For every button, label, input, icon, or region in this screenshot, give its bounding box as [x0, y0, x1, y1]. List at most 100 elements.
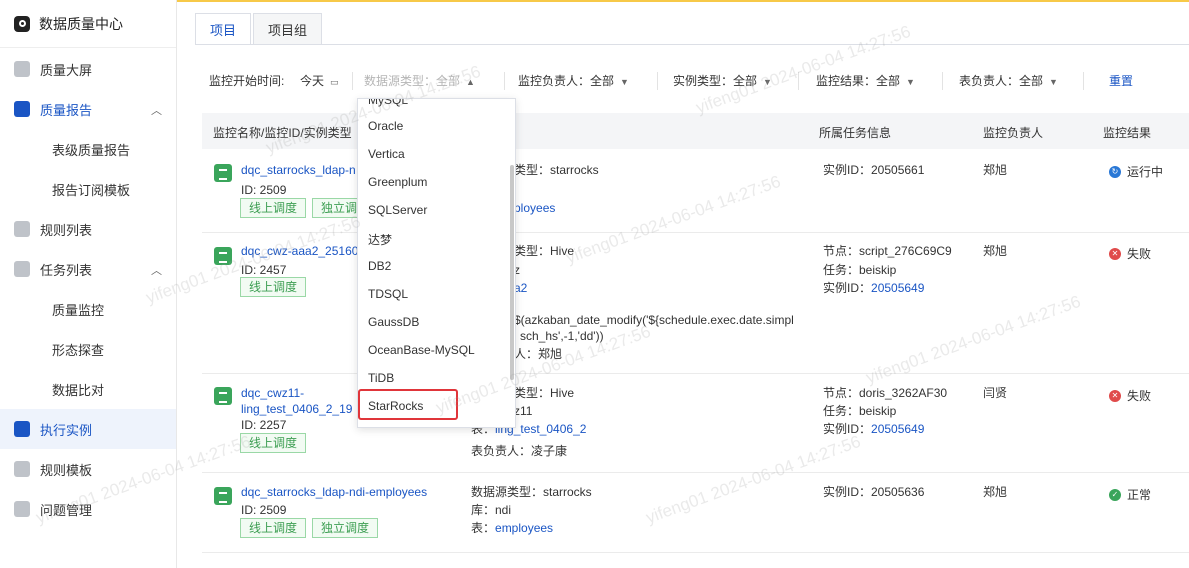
sidebar-item-data-compare[interactable]: 数据比对: [0, 369, 176, 409]
sidebar-header: 数据质量中心: [0, 0, 176, 48]
execution-icon: [14, 421, 30, 437]
chevron-up-icon: ▲: [466, 77, 475, 87]
datasource-type-filter[interactable]: 数据源类型：全部 ▲: [364, 72, 475, 89]
sidebar-item-issue-management[interactable]: 问题管理: [0, 489, 176, 529]
task-instance: 实例ID：20505649: [823, 420, 924, 438]
monitor-result-filter[interactable]: 监控结果：全部 ▼: [816, 72, 915, 89]
issue-icon: [14, 501, 30, 517]
dropdown-option[interactable]: TiDB: [368, 371, 394, 385]
sidebar: 数据质量中心 质量大屏 质量报告 ︿ 表级质量报告 报告订阅模板 规则列表 任务列…: [0, 0, 177, 568]
fail-icon: ✕: [1109, 389, 1121, 402]
dropdown-option[interactable]: TDSQL: [368, 287, 408, 301]
status-badge: ✕ 失败: [1109, 245, 1151, 262]
sidebar-item-label: 任务列表: [40, 262, 93, 278]
sidebar-item-label: 质量监控: [52, 302, 105, 318]
table-header: 监控名称/监控ID/实例类型 所属任务信息 监控负责人 监控结果: [202, 113, 1189, 149]
dropdown-option[interactable]: SQLServer: [368, 203, 427, 217]
sidebar-item-task-list[interactable]: 任务列表 ︿: [0, 249, 176, 289]
sidebar-item-rule-template[interactable]: 规则模板: [0, 449, 176, 489]
status-badge: ↻ 运行中: [1109, 163, 1163, 180]
object-table-label: 表：: [471, 521, 496, 535]
sidebar-item-quality-monitor[interactable]: 质量监控: [0, 289, 176, 329]
sidebar-item-execution-instance[interactable]: 执行实例: [0, 409, 176, 449]
sidebar-item-label: 规则模板: [40, 462, 93, 478]
object-type: 类型：Hive: [514, 244, 575, 258]
tag-online: 线上调度: [240, 433, 307, 453]
project-tabs: 项目 项目组: [195, 13, 324, 45]
task-instance-link[interactable]: 20505649: [871, 281, 924, 295]
status-badge: ✓ 正常: [1109, 486, 1151, 503]
object-db: 库：ndi: [471, 503, 512, 517]
object-table: 表：employees: [471, 519, 553, 537]
object-table-link[interactable]: ployees: [514, 199, 555, 217]
filter-divider: [1083, 72, 1084, 90]
sidebar-item-label: 执行实例: [40, 422, 93, 438]
table-owner-filter[interactable]: 表负责人：全部 ▼: [959, 72, 1058, 89]
monitor-owner: 郑旭: [983, 244, 1008, 258]
dropdown-option[interactable]: Oracle: [368, 119, 403, 133]
sidebar-item-shape-probe[interactable]: 形态探查: [0, 329, 176, 369]
chevron-up-icon: ︿: [151, 105, 162, 117]
dropdown-option[interactable]: 达梦: [368, 231, 392, 248]
object-table-link[interactable]: employees: [495, 521, 553, 535]
task-icon: [214, 164, 232, 182]
dashboard-icon: [14, 61, 30, 77]
monitor-owner-label: 监控负责人：全部: [518, 74, 615, 88]
chevron-down-icon: ▼: [906, 77, 915, 87]
object-type: 数据源类型：starrocks: [471, 485, 592, 499]
tab-project-group[interactable]: 项目组: [253, 13, 323, 45]
tab-project[interactable]: 项目: [195, 13, 252, 45]
task-icon: [214, 387, 232, 405]
filter-bar: 监控开始时间: 今天 ▭ 数据源类型：全部 ▲ 监控负责人：全部 ▼ 实例类型：全部 ▼…: [209, 72, 1189, 90]
monitor-owner: 郑旭: [983, 163, 1008, 177]
column-header-result: 监控结果: [1103, 126, 1152, 140]
dropdown-option[interactable]: GaussDB: [368, 315, 419, 329]
monitor-owner: 郑旭: [983, 485, 1008, 499]
sidebar-item-label: 表级质量报告: [52, 142, 131, 158]
chevron-up-icon: ︿: [151, 265, 162, 277]
dropdown-option[interactable]: OceanBase-MySQL: [368, 343, 475, 357]
filter-divider: [942, 72, 943, 90]
object-table-link[interactable]: a2: [514, 279, 527, 297]
chevron-down-icon: ▼: [620, 77, 629, 87]
monitor-id: ID: 2257: [241, 418, 287, 432]
monitor-name-link[interactable]: dqc_starrocks_ldap-n: [241, 161, 356, 179]
dropdown-option[interactable]: Greenplum: [368, 175, 427, 189]
monitor-id: ID: 2509: [241, 183, 287, 197]
sidebar-item-label: 质量大屏: [40, 62, 93, 78]
monitor-name-link[interactable]: dqc_cwz-aaa2_25160: [241, 242, 358, 260]
sidebar-item-label: 规则列表: [40, 222, 93, 238]
fail-icon: ✕: [1109, 247, 1121, 260]
table-row: dqc_cwz-aaa2_25160 ID: 2457 线上调度 类型：Hive…: [202, 233, 1189, 374]
task-instance: 实例ID：20505636: [823, 485, 925, 499]
tabs-divider: [195, 44, 1189, 45]
status-text: 失败: [1127, 389, 1152, 403]
monitor-id: ID: 2509: [241, 503, 287, 517]
sidebar-item-dashboard[interactable]: 质量大屏: [0, 49, 176, 89]
app-title: 数据质量中心: [39, 15, 123, 32]
table-row: dqc_starrocks_ldap-ndi-employees ID: 250…: [202, 473, 1189, 553]
dropdown-option[interactable]: MySQL: [368, 99, 408, 107]
dropdown-scrollbar[interactable]: [510, 165, 514, 380]
filter-divider: [352, 72, 353, 90]
object-db: z11: [514, 404, 533, 418]
sidebar-item-table-report[interactable]: 表级质量报告: [0, 129, 176, 169]
monitor-name-link[interactable]: dqc_starrocks_ldap-ndi-employees: [241, 483, 427, 501]
reset-button[interactable]: 重置: [1109, 72, 1133, 89]
tag-online: 线上调度: [240, 518, 307, 538]
start-time-picker[interactable]: 今天 ▭: [300, 72, 339, 89]
sidebar-item-report-template[interactable]: 报告订阅模板: [0, 169, 176, 209]
task-name: 任务：beiskip: [823, 404, 897, 418]
dropdown-option[interactable]: DB2: [368, 259, 391, 273]
instance-type-filter[interactable]: 实例类型：全部 ▼: [673, 72, 772, 89]
tag-online: 线上调度: [240, 198, 307, 218]
tag-online: 线上调度: [240, 277, 307, 297]
task-node: 节点：script_276C69C9: [823, 244, 952, 258]
sidebar-item-quality-report[interactable]: 质量报告 ︿: [0, 89, 176, 129]
object-partition-cont: sch_hs',-1,'dd')): [520, 329, 604, 343]
sidebar-item-rule-list[interactable]: 规则列表: [0, 209, 176, 249]
dropdown-option[interactable]: Vertica: [368, 147, 405, 161]
task-name: 任务：beiskip: [823, 263, 897, 277]
monitor-owner-filter[interactable]: 监控负责人：全部 ▼: [518, 72, 629, 89]
task-instance-link[interactable]: 20505649: [871, 422, 924, 436]
